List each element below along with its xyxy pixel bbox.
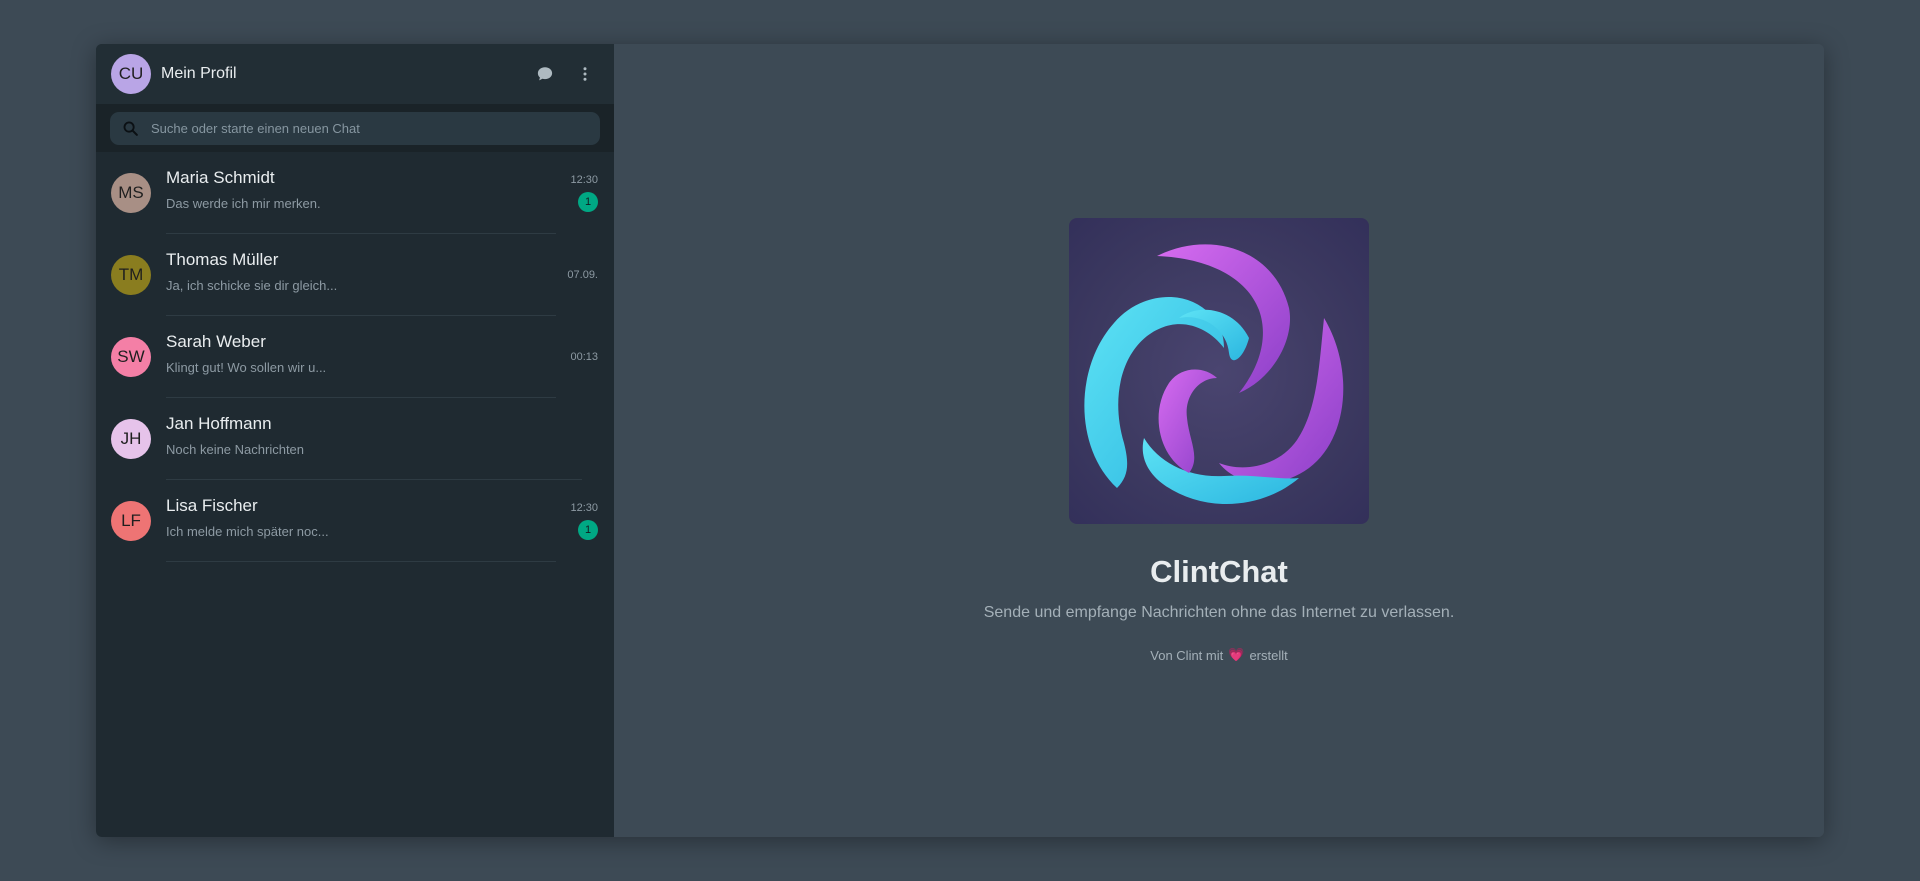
chat-time: 00:13 (570, 351, 598, 363)
avatar: JH (111, 419, 151, 459)
avatar: SW (111, 337, 151, 377)
chat-meta: 12:30 1 (570, 152, 598, 234)
avatar-initials: SW (117, 347, 145, 366)
new-chat-button[interactable] (532, 61, 558, 87)
chat-name: Sarah Weber (166, 332, 266, 351)
chat-preview: Noch keine Nachrichten (166, 442, 305, 457)
chat-preview: Das werde ich mir merken. (166, 196, 321, 211)
chat-preview: Ich melde mich später noc... (166, 524, 329, 539)
chat-list-item[interactable]: TM Thomas Müller Ja, ich schicke sie dir… (96, 234, 614, 316)
chat-name: Maria Schmidt (166, 168, 275, 187)
profile-avatar[interactable]: CU (111, 54, 151, 94)
chat-body: Lisa Fischer Ich melde mich später noc..… (166, 480, 556, 562)
chat-list: MS Maria Schmidt Das werde ich mir merke… (96, 152, 614, 837)
chat-body: Thomas Müller Ja, ich schicke sie dir gl… (166, 234, 556, 316)
profile-initials: CU (118, 64, 144, 83)
unread-badge: 1 (578, 520, 598, 540)
search-bar (96, 104, 614, 152)
welcome-panel: ClintChat Sende und empfange Nachrichten… (614, 44, 1824, 837)
avatar-initials: JH (120, 429, 142, 448)
menu-button[interactable] (572, 61, 598, 87)
chat-time: 12:30 (570, 502, 598, 514)
swirl-logo-icon (1084, 244, 1344, 505)
app-title: ClintChat (1150, 554, 1288, 589)
chat-name: Lisa Fischer (166, 496, 258, 515)
chat-body: Jan Hoffmann Noch keine Nachrichten (166, 398, 582, 480)
chat-meta: 00:13 (570, 316, 598, 398)
chat-preview: Klingt gut! Wo sollen wir u... (166, 360, 327, 375)
chat-meta: 07.09. (567, 234, 598, 316)
avatar-initials: MS (118, 183, 144, 202)
chat-preview: Ja, ich schicke sie dir gleich... (166, 278, 338, 293)
search-box[interactable] (110, 111, 600, 145)
avatar-initials: TM (118, 265, 144, 284)
chat-name: Jan Hoffmann (166, 414, 272, 433)
chat-list-item[interactable]: LF Lisa Fischer Ich melde mich später no… (96, 480, 614, 562)
chat-list-item[interactable]: MS Maria Schmidt Das werde ich mir merke… (96, 152, 614, 234)
heart-icon: 💗 (1228, 647, 1245, 662)
avatar: TM (111, 255, 151, 295)
chat-list-item[interactable]: SW Sarah Weber Klingt gut! Wo sollen wir… (96, 316, 614, 398)
unread-badge: 1 (578, 192, 598, 212)
chat-meta: 12:30 1 (570, 480, 598, 562)
profile-name[interactable]: Mein Profil (161, 65, 237, 83)
more-vertical-icon (583, 67, 587, 81)
credit-prefix: Von Clint mit (1150, 647, 1224, 663)
chat-body: Maria Schmidt Das werde ich mir merken. (166, 152, 556, 234)
search-icon (123, 121, 138, 136)
sidebar-header: CU Mein Profil (96, 44, 614, 104)
chat-list-item[interactable]: JH Jan Hoffmann Noch keine Nachrichten (96, 398, 614, 480)
avatar: LF (111, 501, 151, 541)
chat-time: 07.09. (567, 269, 598, 281)
avatar-initials: LF (121, 511, 141, 530)
chat-time: 12:30 (570, 174, 598, 186)
app-subtitle: Sende und empfange Nachrichten ohne das … (983, 604, 1455, 621)
header-actions (532, 61, 598, 87)
app-credit: Von Clint mit 💗 erstellt (1150, 647, 1287, 663)
avatar: MS (111, 173, 151, 213)
sidebar: CU Mein Profil Suche oder starte einen n… (96, 44, 614, 837)
app-window: CU Mein Profil Suche oder starte einen n… (96, 44, 1824, 837)
chat-name: Thomas Müller (166, 250, 279, 269)
chat-body: Sarah Weber Klingt gut! Wo sollen wir u.… (166, 316, 556, 398)
app-logo (1069, 218, 1369, 524)
credit-suffix: erstellt (1249, 647, 1288, 663)
search-input[interactable] (151, 120, 588, 136)
chat-bubble-icon (537, 67, 553, 81)
